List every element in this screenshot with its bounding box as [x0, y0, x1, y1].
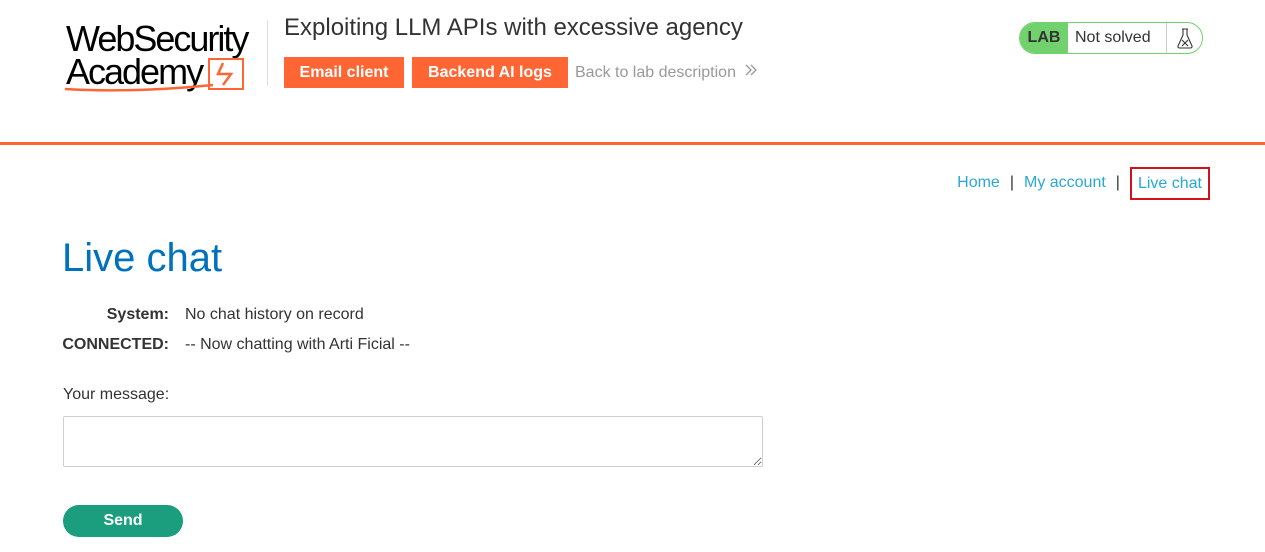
- message-input[interactable]: [63, 416, 763, 467]
- nav-separator: |: [1115, 174, 1120, 191]
- nav-separator: |: [1009, 174, 1014, 191]
- email-client-button[interactable]: Email client: [284, 57, 404, 88]
- chat-line: CONNECTED: -- Now chatting with Arti Fic…: [62, 334, 410, 356]
- backend-ai-logs-button[interactable]: Backend AI logs: [412, 57, 568, 88]
- message-label: Your message:: [63, 386, 170, 403]
- back-to-lab-description-link[interactable]: Back to lab description: [575, 57, 758, 88]
- nav-home-link[interactable]: Home: [957, 170, 1000, 196]
- logo-swoosh-icon: [64, 58, 244, 92]
- page-title: Live chat: [62, 236, 223, 280]
- chat-line: System: No chat history on record: [62, 304, 364, 326]
- lab-title: Exploiting LLM APIs with excessive agenc…: [284, 14, 743, 41]
- back-link-label: Back to lab description: [575, 64, 736, 81]
- lab-badge: LAB: [1020, 23, 1068, 53]
- header-divider: [267, 20, 268, 86]
- chat-sender: System:: [106, 306, 169, 323]
- web-security-academy-logo[interactable]: WebSecurity Academy: [63, 18, 265, 94]
- page: WebSecurity Academy Exploiting LLM APIs …: [0, 0, 1265, 552]
- nav-my-account-link[interactable]: My account: [1024, 170, 1106, 196]
- lab-status-text: Not solved: [1075, 29, 1151, 46]
- nav-live-chat-link[interactable]: Live chat: [1129, 166, 1210, 200]
- lab-status-widget: LAB Not solved: [1019, 22, 1203, 54]
- lab-header: WebSecurity Academy Exploiting LLM APIs …: [0, 0, 1265, 145]
- double-chevron-right-icon: [744, 57, 758, 88]
- chat-message: No chat history on record: [185, 306, 364, 323]
- send-button[interactable]: Send: [63, 505, 183, 537]
- chat-message: -- Now chatting with Arti Ficial --: [185, 336, 410, 353]
- header-orange-rule: [0, 142, 1265, 145]
- flask-icon: [1166, 23, 1202, 53]
- chat-sender: CONNECTED:: [62, 336, 169, 353]
- top-navigation: Home | My account | Live chat: [957, 166, 1210, 200]
